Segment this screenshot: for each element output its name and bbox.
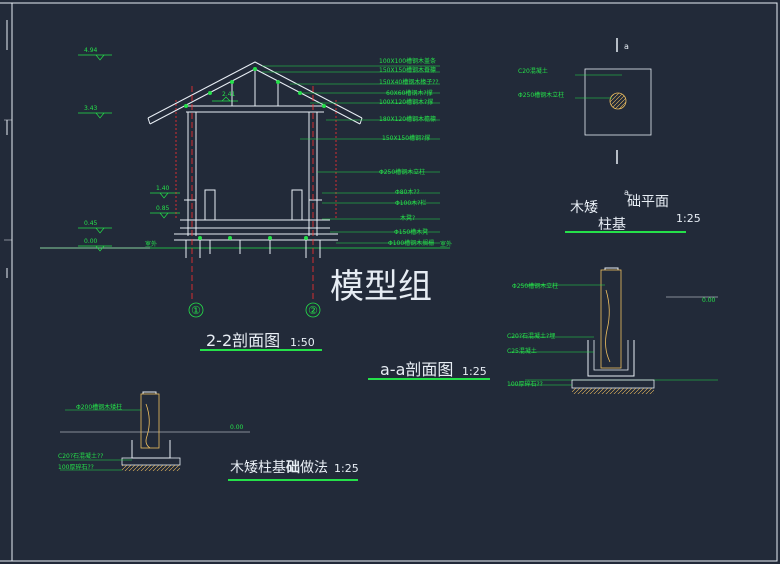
level-2-41: 2.41 [222,91,236,98]
section-22-levels: 4.94 3.43 2.41 1.40 0.85 0.45 0.00 室外 室外 [84,47,452,248]
level-marks [78,54,238,252]
label-brace-60: 60X60槽钢木?撑 [386,89,433,97]
ground-label-right: 室外 [440,240,452,248]
label-ridge-purlin: 150X150槽钢木脊檩 [379,66,436,74]
level-1-40: 1.40 [156,185,170,192]
axis-label-2: ② [308,304,318,317]
label-bench-150: Φ150槽木凳 [394,228,428,236]
level-4-94: 4.94 [84,47,98,54]
plan-label-column: Φ250槽钢木立柱 [518,91,564,99]
label-bench: 木凳? [400,214,415,222]
detail-title-a: 木矮柱基 [230,459,286,476]
level-0-00: 0.00 [84,238,98,245]
plan-title-a: 木矮 [570,200,598,216]
axis-label-1: ① [191,304,201,317]
plan-labels: a a C20混凝土 Φ250槽钢木立柱 木矮 柱基 础平面 1:25 [518,42,701,233]
section-aa-title: a-a剖面图 [380,360,453,379]
level-3-43: 3.43 [84,105,98,112]
label-rafter: 150X40槽钢木椽子?? [379,78,439,86]
drawing-svg: 4.94 3.43 2.41 1.40 0.85 0.45 0.00 室外 室外… [0,2,778,562]
watermark: 模型组 [330,267,432,307]
label-rail-80: Φ80木?? [395,188,420,196]
detail-title-b: 础 [286,459,300,476]
label-column: Φ250槽钢木立柱 [379,168,425,176]
detail-label-column: Φ200槽钢木矮柱 [76,403,122,411]
detail-label-concrete: C20?石混凝土?? [58,452,103,460]
detail-title-c: 做法 [300,460,328,476]
plan-scale: 1:25 [676,212,701,225]
detail-label-gravel: 100厚碎石?? [58,463,94,471]
section-22-title: 2-2剖面图 [206,331,280,350]
aa-label-gravel: 100厚碎石?? [507,380,543,388]
detail-labels: Φ200槽钢木矮柱 C20?石混凝土?? 100厚碎石?? 0.00 木矮柱基 … [58,403,359,476]
label-ridge-cover: 100X100槽钢木盖条 [379,57,436,65]
plan-section-mark: a [624,42,629,51]
aa-level: 0.00 [702,297,716,304]
plan-title-b: 柱基 [598,216,626,233]
ground-label-left: 室外 [145,240,157,248]
detail-scale: 1:25 [334,462,359,475]
aa-label-column: Φ250槽钢木立柱 [512,282,558,290]
level-0-45: 0.45 [84,220,98,227]
label-brace-150: 150X150槽钢?撑 [382,134,430,142]
label-rail-100: Φ100木?栏 [395,199,426,207]
label-brace-100: 100X120槽钢木?撑 [379,98,433,106]
cad-drawing-canvas: 4.94 3.43 2.41 1.40 0.85 0.45 0.00 室外 室外… [0,0,780,564]
section-aa-scale: 1:25 [462,365,487,378]
level-0-85: 0.85 [156,205,170,212]
plan-label-concrete: C20混凝土 [518,67,548,75]
aa-label-c25: C25混凝土 [507,347,537,355]
section-22-scale: 1:50 [290,336,315,349]
label-joist: Φ100槽钢木搁栅 [388,239,434,247]
section-22-labels: 100X100槽钢木盖条 150X150槽钢木脊檩 150X40槽钢木椽子?? … [379,57,439,247]
detail-level: 0.00 [230,424,244,431]
aa-label-c20: C20?石混凝土?埋 [507,332,555,340]
plan-title-c: 础平面 [627,194,669,210]
axis-centerlines [175,86,337,300]
label-eave-purlin: 180X120槽钢木檐檩 [379,115,436,123]
